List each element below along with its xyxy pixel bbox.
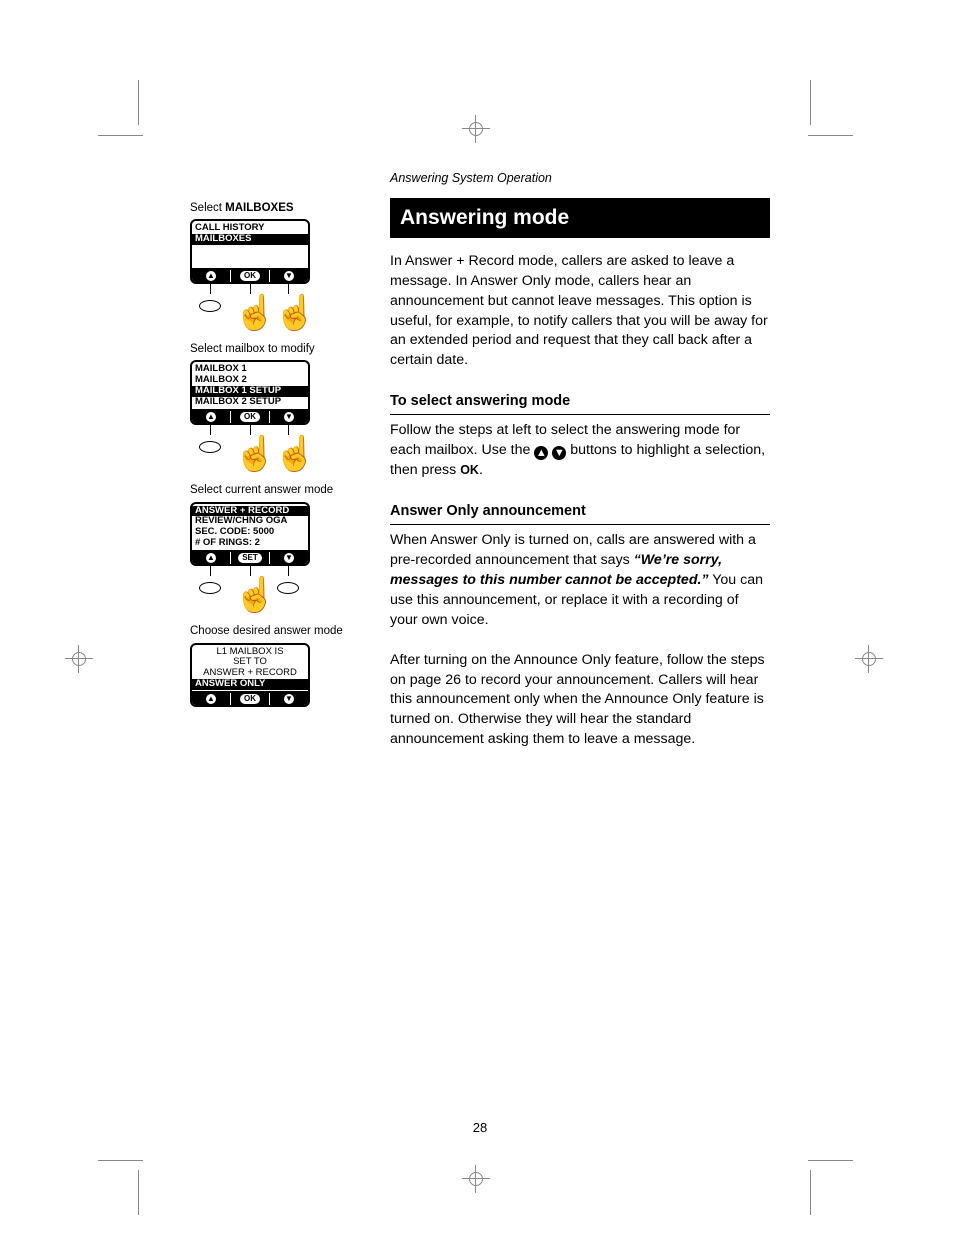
softkey-up: ▲ xyxy=(192,693,231,705)
subheading: To select answering mode xyxy=(390,391,770,415)
softkey-down: ▼ xyxy=(270,411,308,423)
crop-mark xyxy=(65,645,93,673)
step-caption: Select current answer mode xyxy=(190,483,350,497)
lcd-screen-3: ANSWER + RECORD REVIEW/CHNG OGA SEC. COD… xyxy=(190,502,310,567)
page-number: 28 xyxy=(190,1120,770,1135)
up-arrow-icon: ▲ xyxy=(206,271,216,281)
button-hint-row: ☝ xyxy=(190,566,310,618)
crop-tick xyxy=(98,1160,143,1161)
softkey-down: ▼ xyxy=(270,693,308,705)
ok-label: OK xyxy=(460,463,479,477)
down-arrow-icon: ▼ xyxy=(284,412,294,422)
tick-line xyxy=(210,425,211,435)
lcd-row-empty xyxy=(192,245,308,256)
tick-line xyxy=(288,566,289,576)
softkey-set: SET xyxy=(231,552,270,564)
tick-line xyxy=(250,566,251,576)
intro-paragraph: In Answer + Record mode, callers are ask… xyxy=(390,252,770,371)
softkey-down: ▼ xyxy=(270,552,308,564)
ok-pill: OK xyxy=(240,271,260,281)
lcd-row-selected: MAILBOXES xyxy=(192,234,308,245)
tick-line xyxy=(210,566,211,576)
lcd-screen-1: CALL HISTORY MAILBOXES ▲ OK ▼ xyxy=(190,219,310,284)
crop-tick xyxy=(808,1160,853,1161)
subheading: Answer Only announcement xyxy=(390,501,770,525)
crop-tick xyxy=(138,80,139,125)
oval-button-icon xyxy=(199,582,221,594)
pointing-hand-icon: ☝ xyxy=(234,296,276,330)
lcd-row: MAILBOX 2 SETUP xyxy=(192,397,308,408)
softkey-up: ▲ xyxy=(192,552,231,564)
tick-line xyxy=(288,425,289,435)
crop-tick xyxy=(98,135,143,136)
ok-pill: OK xyxy=(240,412,260,422)
crop-mark xyxy=(462,115,490,143)
up-arrow-icon: ▲ xyxy=(206,694,216,704)
pointing-hand-icon: ☝ xyxy=(274,437,316,471)
tick-line xyxy=(250,425,251,435)
up-arrow-icon: ▲ xyxy=(206,412,216,422)
step-caption: Select mailbox to modify xyxy=(190,342,350,356)
body-paragraph: After turning on the Announce Only featu… xyxy=(390,651,770,750)
page-title: Answering mode xyxy=(390,198,770,238)
button-hint-row: ☝ ☝ xyxy=(190,425,310,477)
caption-bold: MAILBOXES xyxy=(225,202,293,214)
softkey-bar: ▲ OK ▼ xyxy=(192,691,308,705)
softkey-ok: OK xyxy=(231,411,270,423)
crop-mark xyxy=(462,1165,490,1193)
lcd-screen-4: L1 MAILBOX IS SET TO ANSWER + RECORD ANS… xyxy=(190,643,310,708)
pointing-hand-icon: ☝ xyxy=(234,437,276,471)
crop-tick xyxy=(810,80,811,125)
oval-button-icon xyxy=(277,582,299,594)
lcd-screen-2: MAILBOX 1 MAILBOX 2 MAILBOX 1 SETUP MAIL… xyxy=(190,360,310,425)
lcd-row: # OF RINGS: 2 xyxy=(192,538,308,549)
softkey-bar: ▲ OK ▼ xyxy=(192,268,308,282)
lcd-row-empty xyxy=(192,256,308,267)
pointing-hand-icon: ☝ xyxy=(234,578,276,612)
softkey-up: ▲ xyxy=(192,270,231,282)
button-hint-row: ☝ ☝ xyxy=(190,284,310,336)
softkey-down: ▼ xyxy=(270,270,308,282)
main-text-column: Answering System Operation Answering mod… xyxy=(390,170,770,770)
tick-line xyxy=(250,284,251,294)
oval-button-icon xyxy=(199,441,221,453)
step-caption: Choose desired answer mode xyxy=(190,624,350,638)
caption-text: Select xyxy=(190,202,225,214)
down-arrow-icon: ▼ xyxy=(284,271,294,281)
body-text: . xyxy=(479,462,483,478)
softkey-bar: ▲ OK ▼ xyxy=(192,409,308,423)
crop-tick xyxy=(810,1170,811,1215)
softkey-ok: OK xyxy=(231,693,270,705)
softkey-bar: ▲ SET ▼ xyxy=(192,550,308,564)
oval-button-icon xyxy=(199,300,221,312)
up-arrow-icon: ▲ xyxy=(534,446,548,460)
ok-pill: OK xyxy=(240,694,260,704)
step-caption: Select MAILBOXES xyxy=(190,201,350,215)
body-paragraph: Follow the steps at left to select the a… xyxy=(390,421,770,481)
set-pill: SET xyxy=(238,553,262,563)
body-paragraph: When Answer Only is turned on, calls are… xyxy=(390,531,770,630)
down-arrow-icon: ▼ xyxy=(284,553,294,563)
down-arrow-icon: ▼ xyxy=(284,694,294,704)
tick-line xyxy=(210,284,211,294)
left-step-column: Select MAILBOXES CALL HISTORY MAILBOXES … xyxy=(190,195,350,707)
softkey-ok: OK xyxy=(231,270,270,282)
crop-mark xyxy=(855,645,883,673)
crop-tick xyxy=(138,1170,139,1215)
pointing-hand-icon: ☝ xyxy=(274,296,316,330)
tick-line xyxy=(288,284,289,294)
down-arrow-icon: ▼ xyxy=(552,446,566,460)
softkey-up: ▲ xyxy=(192,411,231,423)
lcd-row-selected: ANSWER ONLY xyxy=(192,679,308,690)
section-breadcrumb: Answering System Operation xyxy=(390,170,770,188)
crop-tick xyxy=(808,135,853,136)
up-arrow-icon: ▲ xyxy=(206,553,216,563)
